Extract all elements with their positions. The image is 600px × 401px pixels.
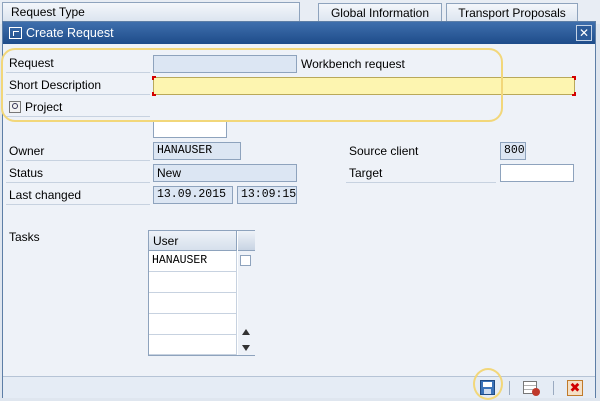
table-delete-icon: [523, 381, 540, 396]
scroll-up-icon[interactable]: [242, 329, 250, 335]
table-scrollbar[interactable]: [238, 251, 255, 355]
table-row[interactable]: [149, 335, 237, 355]
table-row[interactable]: HANAUSER: [149, 251, 237, 272]
table-row[interactable]: [149, 314, 237, 335]
tab-request-type[interactable]: Request Type: [2, 2, 300, 23]
target-input[interactable]: [500, 164, 574, 182]
dialog-toolbar: ✖: [3, 368, 595, 400]
cancel-icon: ✖: [567, 380, 583, 396]
request-type-text: Workbench request: [301, 57, 405, 71]
tasks-table: User HANAUSER: [148, 230, 255, 356]
toolbar-separator: [553, 381, 554, 395]
table-row[interactable]: [149, 293, 237, 314]
close-icon[interactable]: ✕: [576, 25, 592, 41]
last-changed-label: Last changed: [6, 186, 150, 205]
save-icon: [480, 380, 495, 395]
short-description-label: Short Description: [6, 76, 150, 95]
cancel-button[interactable]: ✖: [565, 379, 585, 397]
scroll-down-icon[interactable]: [242, 345, 250, 351]
source-client-label: Source client: [349, 144, 419, 158]
column-header-user[interactable]: User: [149, 231, 237, 251]
create-request-dialog: Create Request ✕ Request Workbench reque…: [1, 21, 596, 400]
dialog-title-bar: Create Request ✕: [3, 22, 595, 44]
required-marker-bottom-right: [572, 92, 576, 96]
project-label-box[interactable]: Project: [6, 98, 150, 117]
save-button[interactable]: [478, 379, 498, 397]
edit-request-icon: [9, 27, 22, 39]
short-description-input[interactable]: [153, 77, 575, 95]
project-label: Project: [25, 100, 63, 114]
table-settings-corner[interactable]: [238, 231, 255, 251]
request-field: [153, 55, 297, 73]
required-marker-bottom-left: [152, 92, 156, 96]
toolbar-separator: [509, 381, 510, 395]
table-row[interactable]: [149, 272, 237, 293]
dialog-content: Request Workbench request Short Descript…: [1, 44, 595, 376]
status-field: New: [153, 164, 297, 182]
required-marker-top-left: [152, 76, 156, 80]
row-selector[interactable]: [240, 255, 251, 266]
request-overview-button[interactable]: [521, 379, 541, 397]
status-label: Status: [6, 164, 150, 183]
target-label: Target: [346, 164, 496, 183]
request-label: Request: [6, 54, 150, 73]
tasks-label: Tasks: [9, 230, 40, 244]
owner-label: Owner: [6, 142, 150, 161]
project-input[interactable]: [153, 120, 227, 138]
required-marker-top-right: [572, 76, 576, 80]
owner-field: HANAUSER: [153, 142, 241, 160]
project-search-icon[interactable]: [9, 101, 21, 113]
source-client-field: 800: [500, 142, 526, 160]
last-changed-time-field: 13:09:15: [237, 186, 297, 204]
dialog-title: Create Request: [26, 26, 114, 40]
last-changed-date-field: 13.09.2015: [153, 186, 233, 204]
